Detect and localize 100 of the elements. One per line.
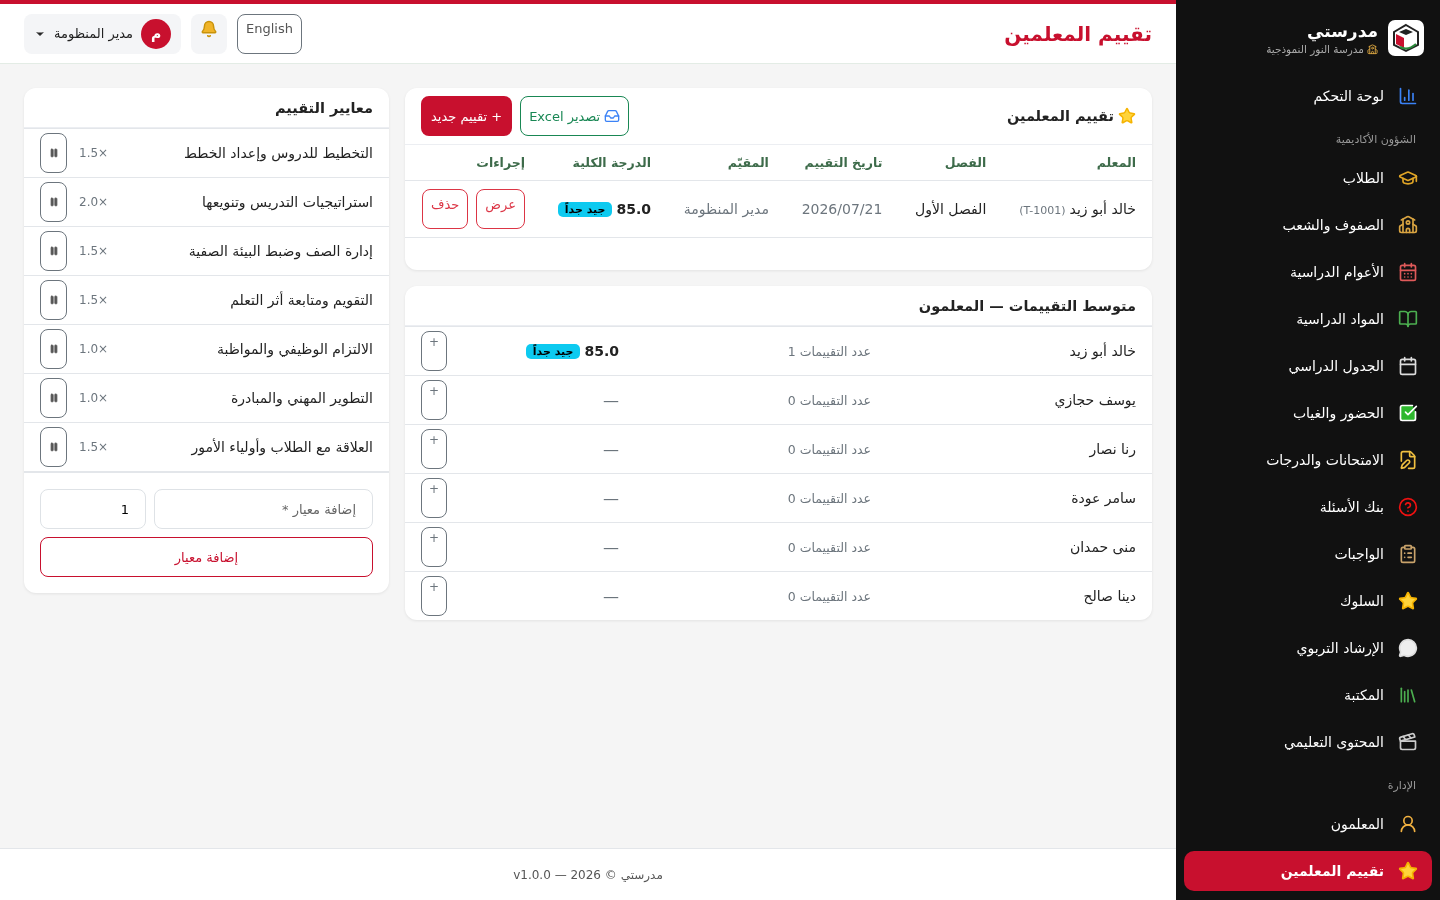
nav-icon <box>1398 861 1418 881</box>
nav-icon <box>1398 261 1418 282</box>
criterion-weight: 1.5× <box>79 244 110 258</box>
score: — <box>603 390 619 410</box>
score: — <box>603 537 619 557</box>
nav-icon <box>1398 85 1418 106</box>
drag-handle[interactable] <box>40 280 67 320</box>
table-cell: مدير المنظومة <box>667 180 785 238</box>
column-header: الدرجة الكلية <box>540 145 667 181</box>
drag-handle[interactable] <box>40 378 67 418</box>
criterion-name: الالتزام الوظيفي والمواظبة <box>215 341 373 357</box>
evaluation-count: عدد التقييمات 0 <box>786 588 871 604</box>
footer-text: مدرستي © 2026 — v1.0.0 <box>513 867 663 882</box>
add-evaluation-button[interactable]: + <box>421 429 447 469</box>
criterion-name: العلاقة مع الطلاب وأولياء الأمور <box>190 439 373 455</box>
pause-icon <box>48 148 59 158</box>
score: — <box>603 488 619 508</box>
school-icon <box>1367 43 1378 55</box>
criterion-weight: 1.5× <box>79 146 110 160</box>
teacher-name: خالد أبو زيد <box>1068 343 1136 359</box>
criterion-name: إدارة الصف وضبط البيئة الصفية <box>187 243 373 259</box>
nav-item[interactable]: السلوك <box>1184 577 1432 624</box>
criterion-weight: 1.0× <box>79 391 110 405</box>
nav-item[interactable]: الامتحانات والدرجات <box>1184 436 1432 483</box>
pause-icon <box>48 393 59 403</box>
nav-icon <box>1398 543 1418 564</box>
action-button[interactable]: حذف <box>421 189 469 229</box>
nav-icon <box>1398 402 1418 423</box>
pause-icon <box>48 442 59 452</box>
criterion-name-field[interactable]: إضافة معيار * <box>154 489 373 529</box>
user-menu[interactable]: م مدير المنظومة <box>24 13 182 54</box>
nav-item[interactable]: المحتوى التعليمي <box>1184 718 1432 765</box>
drag-handle[interactable] <box>40 329 67 369</box>
drag-handle[interactable] <box>40 133 67 173</box>
action-button[interactable]: عرض <box>476 189 525 229</box>
teacher-name: يوسف حجازي <box>1053 392 1136 408</box>
drag-handle[interactable] <box>40 231 67 271</box>
nav-icon <box>1398 496 1418 517</box>
criterion-name: التخطيط للدروس وإعداد الخطط <box>182 145 373 161</box>
export-button[interactable]: تصدير Excel <box>520 96 630 136</box>
nav-item[interactable]: الحضور والغياب <box>1184 389 1432 436</box>
teacher-code: (T-1001) <box>1019 204 1066 217</box>
add-evaluation-button[interactable]: + <box>421 380 447 420</box>
column-header: الفصل <box>898 145 1003 181</box>
criterion-weight: 1.5× <box>79 293 110 307</box>
nav-item[interactable]: بنك الأسئلة <box>1184 483 1432 530</box>
nav-item[interactable]: لوحة التحكم <box>1184 72 1432 119</box>
grade-badge: جيد جداً <box>525 343 581 359</box>
column-header: إجراءات <box>405 145 541 181</box>
notifications-button[interactable] <box>191 13 228 54</box>
nav-icon <box>1398 449 1418 470</box>
logo-icon <box>1388 20 1424 56</box>
criterion-name: التقويم ومتابعة أثر التعلم <box>229 292 373 308</box>
add-evaluation-button[interactable]: + <box>421 478 447 518</box>
inbox-icon <box>604 108 621 124</box>
nav-icon <box>1398 355 1418 376</box>
nav-item[interactable]: المواد الدراسية <box>1184 295 1432 342</box>
nav-item[interactable]: تقييم المعلمين <box>1184 851 1432 891</box>
card-title: متوسط التقييمات — المعلمون <box>918 297 1136 314</box>
nav-item[interactable]: الإرشاد التربوي <box>1184 624 1432 671</box>
nav-item[interactable]: الصفوف والشعب <box>1184 201 1432 248</box>
add-evaluation-button[interactable]: + <box>421 576 447 616</box>
teacher-name: منى حمدان <box>1068 539 1136 555</box>
nav-icon <box>1398 731 1418 752</box>
evaluation-count: عدد التقييمات 0 <box>786 539 871 555</box>
drag-handle[interactable] <box>40 427 67 467</box>
evaluation-count: عدد التقييمات 1 <box>786 343 871 359</box>
star-icon <box>1118 107 1136 125</box>
teacher-name: خالد أبو زيد <box>1069 201 1136 217</box>
nav-item[interactable]: المعلمون <box>1184 800 1432 847</box>
language-button[interactable]: English <box>237 13 302 54</box>
criterion-name: استراتيجيات التدريس وتنويعها <box>201 194 373 210</box>
page-title: تقييم المعلمين <box>1004 21 1152 46</box>
bell-icon <box>200 19 219 38</box>
card-title: تقييم المعلمين <box>1006 107 1136 125</box>
card-title: معايير التقييم <box>274 99 373 116</box>
drag-handle[interactable] <box>40 182 67 222</box>
pause-icon <box>48 344 59 354</box>
add-criterion-button[interactable]: إضافة معيار <box>40 537 373 577</box>
brand-title: مدرستي <box>1306 21 1378 41</box>
criterion-name: التطوير المهني والمبادرة <box>229 390 373 406</box>
teacher-name: دينا صالح <box>1082 588 1136 604</box>
pause-icon <box>48 197 59 207</box>
add-evaluation-button[interactable]: + <box>421 331 447 371</box>
nav-item[interactable]: الواجبات <box>1184 530 1432 577</box>
criterion-weight: 2.0× <box>79 195 110 209</box>
nav-item[interactable]: الطلاب <box>1184 154 1432 201</box>
nav-item[interactable]: الجدول الدراسي <box>1184 342 1432 389</box>
pause-icon <box>48 295 59 305</box>
column-header: المقيّم <box>667 145 785 181</box>
add-evaluation-button[interactable]: + <box>421 527 447 567</box>
evaluation-count: عدد التقييمات 0 <box>786 490 871 506</box>
grade-badge: جيد جداً <box>557 201 613 217</box>
table-cell: الفصل الأول <box>898 180 1003 238</box>
nav-item[interactable]: الأعوام الدراسية <box>1184 248 1432 295</box>
nav-icon <box>1398 308 1418 329</box>
column-header: تاريخ التقييم <box>784 145 899 181</box>
weight-field[interactable]: 1 <box>40 489 146 529</box>
nav-item[interactable]: المكتبة <box>1184 671 1432 718</box>
new-evaluation-button[interactable]: + تقييم جديد <box>421 96 513 136</box>
